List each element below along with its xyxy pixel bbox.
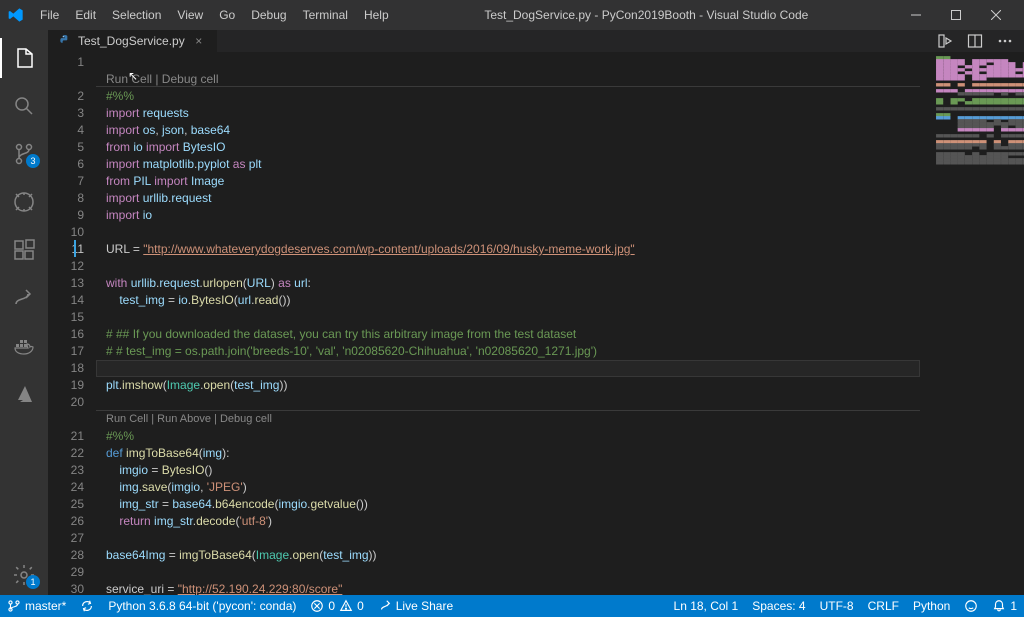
- status-lncol[interactable]: Ln 18, Col 1: [667, 595, 746, 617]
- maximize-button[interactable]: [936, 0, 976, 30]
- status-eol[interactable]: CRLF: [861, 595, 906, 617]
- code-line: base64Img = imgToBase64(Image.open(test_…: [96, 547, 934, 564]
- scm-badge: 3: [26, 154, 40, 168]
- code-line: imgio = BytesIO(): [96, 462, 934, 479]
- titlebar: File Edit Selection View Go Debug Termin…: [0, 0, 1024, 30]
- source-control-icon[interactable]: 3: [0, 134, 48, 174]
- menu-go[interactable]: Go: [211, 4, 243, 26]
- editor-group: Test_DogService.py × 1 2 3 4 5 6 7 8 9: [48, 30, 1024, 595]
- extensions-icon[interactable]: [0, 230, 48, 270]
- tab-test-dogservice[interactable]: Test_DogService.py ×: [48, 30, 218, 52]
- menu-debug[interactable]: Debug: [243, 4, 294, 26]
- menu-view[interactable]: View: [169, 4, 211, 26]
- code-line: [96, 564, 934, 581]
- line-gutter: 1 2 3 4 5 6 7 8 9 10 11 12 13 14 15 16 1…: [48, 52, 96, 595]
- cell-separator: [96, 410, 920, 411]
- status-sync[interactable]: [73, 595, 101, 617]
- run-cell-icon[interactable]: [934, 30, 956, 52]
- python-file-icon: [58, 34, 72, 48]
- tab-label: Test_DogService.py: [78, 34, 185, 48]
- close-tab-icon[interactable]: ×: [191, 33, 207, 49]
- close-button[interactable]: [976, 0, 1016, 30]
- code-line: URL = "http://www.whateverydogdeserves.c…: [96, 241, 934, 258]
- cell-codelens-2[interactable]: Run Cell | Run Above | Debug cell: [96, 411, 934, 428]
- main-area: 3 1 Test_DogService.py × 1: [0, 30, 1024, 595]
- code-line: with urllib.request.urlopen(URL) as url:: [96, 275, 934, 292]
- status-bar: master* Python 3.6.8 64-bit ('pycon': co…: [0, 595, 1024, 617]
- debug-icon[interactable]: [0, 182, 48, 222]
- minimap[interactable]: ▬▬ ▬▬▬▬ ▬▬▬▬▬ ▬▬▬▬ ▬▬ ▬▬▬ ▬▬▬▬ ▬▬▬ ▬▬ ▬▬…: [934, 52, 1024, 595]
- status-problems[interactable]: 0 0: [303, 595, 370, 617]
- window-controls: [896, 0, 1016, 30]
- docker-icon[interactable]: [0, 326, 48, 366]
- more-actions-icon[interactable]: [994, 30, 1016, 52]
- minimize-button[interactable]: [896, 0, 936, 30]
- code-line: from PIL import Image: [96, 173, 934, 190]
- code-line: import urllib.request: [96, 190, 934, 207]
- code-line: return img_str.decode('utf-8'): [96, 513, 934, 530]
- search-icon[interactable]: [0, 86, 48, 126]
- menu-terminal[interactable]: Terminal: [295, 4, 356, 26]
- code-line: [96, 530, 934, 547]
- code-line: import io: [96, 207, 934, 224]
- code-line: plt.imshow(Image.open(test_img)): [96, 377, 934, 394]
- settings-gear-icon[interactable]: 1: [0, 555, 48, 595]
- editor-actions: [934, 30, 1024, 52]
- status-spaces[interactable]: Spaces: 4: [745, 595, 812, 617]
- code-line: test_img = io.BytesIO(url.read()): [96, 292, 934, 309]
- status-notifications[interactable]: 1: [985, 595, 1024, 617]
- menu-selection[interactable]: Selection: [104, 4, 169, 26]
- azure-icon[interactable]: [0, 374, 48, 414]
- code-line: [96, 394, 934, 411]
- explorer-icon[interactable]: [0, 38, 48, 78]
- menu-file[interactable]: File: [32, 4, 67, 26]
- code-editor[interactable]: 1 2 3 4 5 6 7 8 9 10 11 12 13 14 15 16 1…: [48, 52, 1024, 595]
- code-line: def imgToBase64(img):: [96, 445, 934, 462]
- code-line: # ## If you downloaded the dataset, you …: [96, 326, 934, 343]
- code-line: [96, 54, 934, 71]
- code-line: import matplotlib.pyplot as plt: [96, 156, 934, 173]
- status-feedback[interactable]: [957, 595, 985, 617]
- code-line: service_uri = "http://52.190.24.229:80/s…: [96, 581, 934, 595]
- status-branch[interactable]: master*: [0, 595, 73, 617]
- code-line: [96, 258, 934, 275]
- cell-separator: [96, 86, 920, 87]
- menu-edit[interactable]: Edit: [67, 4, 104, 26]
- tab-bar: Test_DogService.py ×: [48, 30, 1024, 52]
- menu-bar: File Edit Selection View Go Debug Termin…: [32, 4, 397, 26]
- code-line: img.save(imgio, 'JPEG'): [96, 479, 934, 496]
- code-line: # # test_img = os.path.join('breeds-10',…: [96, 343, 934, 360]
- code-line: import os, json, base64: [96, 122, 934, 139]
- menu-help[interactable]: Help: [356, 4, 397, 26]
- mouse-cursor-icon: ↖: [128, 68, 138, 85]
- code-line: img_str = base64.b64encode(imgio.getvalu…: [96, 496, 934, 513]
- status-liveshare[interactable]: Live Share: [371, 595, 460, 617]
- gutter-modified-indicator: [74, 240, 76, 257]
- activity-bar: 3 1: [0, 30, 48, 595]
- current-line-highlight: [96, 360, 920, 377]
- code-line: [96, 309, 934, 326]
- remote-share-icon[interactable]: [0, 278, 48, 318]
- status-encoding[interactable]: UTF-8: [813, 595, 861, 617]
- code-line: import requests: [96, 105, 934, 122]
- code-line: from io import BytesIO: [96, 139, 934, 156]
- status-python[interactable]: Python 3.6.8 64-bit ('pycon': conda): [101, 595, 303, 617]
- code-line: #%%: [96, 428, 934, 445]
- window-title: Test_DogService.py - PyCon2019Booth - Vi…: [397, 8, 896, 22]
- vscode-logo-icon: [8, 7, 24, 23]
- status-language[interactable]: Python: [906, 595, 957, 617]
- split-editor-icon[interactable]: [964, 30, 986, 52]
- code-content[interactable]: Run Cell | Debug cell↖ #%% import reques…: [96, 52, 934, 595]
- code-line: #%%: [96, 88, 934, 105]
- settings-badge: 1: [26, 575, 40, 589]
- code-line: [96, 224, 934, 241]
